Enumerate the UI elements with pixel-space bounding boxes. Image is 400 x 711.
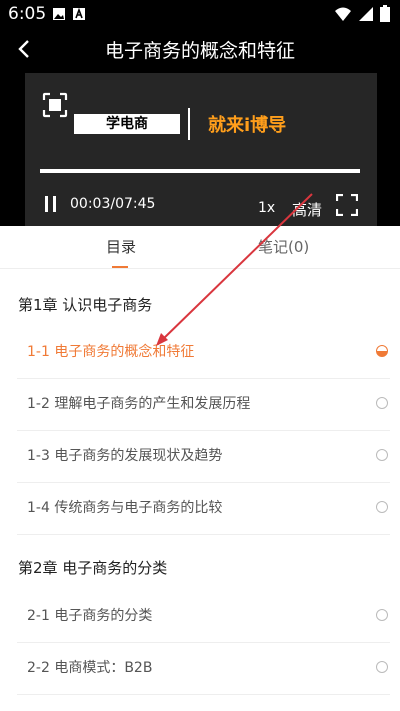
status-bar: 6:05: [0, 0, 400, 28]
lesson-label: 2-2 电商模式：B2B: [27, 660, 153, 676]
slide-text-left: 学电商: [74, 114, 180, 134]
lesson-item[interactable]: 1-4 传统商务与电子商务的比较: [17, 482, 390, 535]
screenshot-icon[interactable]: [42, 92, 68, 118]
pause-icon[interactable]: [44, 196, 58, 212]
chapter-title: 第2章 电子商务的分类: [18, 559, 168, 577]
player-controls: 00:03/07:45 1x 高清: [0, 190, 400, 220]
speed-button[interactable]: 1x: [258, 200, 275, 216]
video-player[interactable]: 电子商务的概念和特征 学电商 就来i博导 00:03/07:45 1x 高清: [0, 28, 400, 226]
tab-indicator: [112, 266, 128, 268]
a-icon: [73, 7, 85, 20]
battery-icon: [380, 5, 390, 22]
quality-button[interactable]: 高清: [292, 199, 322, 220]
lesson-label: 1-4 传统商务与电子商务的比较: [27, 500, 223, 516]
signal-icon: [359, 6, 373, 21]
slide-divider: [188, 108, 190, 140]
fullscreen-icon[interactable]: [336, 194, 358, 216]
progress-fill: [40, 169, 42, 173]
progress-bar[interactable]: [40, 169, 360, 173]
image-icon: [53, 8, 65, 20]
lesson-item[interactable]: 1-2 理解电子商务的产生和发展历程: [17, 378, 390, 431]
video-title: 电子商务的概念和特征: [104, 40, 295, 62]
lesson-item[interactable]: 2-1 电子商务的分类: [17, 590, 390, 643]
lesson-progress-icon: [376, 397, 388, 409]
lesson-label: 1-2 理解电子商务的产生和发展历程: [27, 396, 251, 412]
lesson-progress-icon: [376, 661, 388, 673]
tab-notes[interactable]: 笔记(0): [258, 236, 309, 257]
lesson-item[interactable]: 1-1 电子商务的概念和特征: [17, 326, 390, 379]
lesson-label: 1-3 电子商务的发展现状及趋势: [27, 448, 223, 464]
lesson-progress-icon: [376, 501, 388, 513]
slide-text-right: 就来i博导: [208, 115, 287, 136]
lesson-item[interactable]: 1-3 电子商务的发展现状及趋势: [17, 430, 390, 483]
chapter-title: 第1章 认识电子商务: [18, 296, 153, 314]
lesson-progress-icon: [376, 609, 388, 621]
lesson-label: 1-1 电子商务的概念和特征: [27, 344, 195, 360]
status-time: 6:05: [8, 4, 47, 24]
lesson-item[interactable]: 2-2 电商模式：B2B: [17, 642, 390, 695]
tab-catalog[interactable]: 目录: [106, 236, 136, 257]
lesson-label: 2-1 电子商务的分类: [27, 608, 153, 624]
wifi-icon: [335, 7, 351, 21]
lesson-progress-icon: [376, 345, 388, 357]
time-display: 00:03/07:45: [70, 196, 156, 212]
lesson-progress-icon: [376, 449, 388, 461]
tab-bar: 目录 笔记(0): [0, 226, 400, 269]
